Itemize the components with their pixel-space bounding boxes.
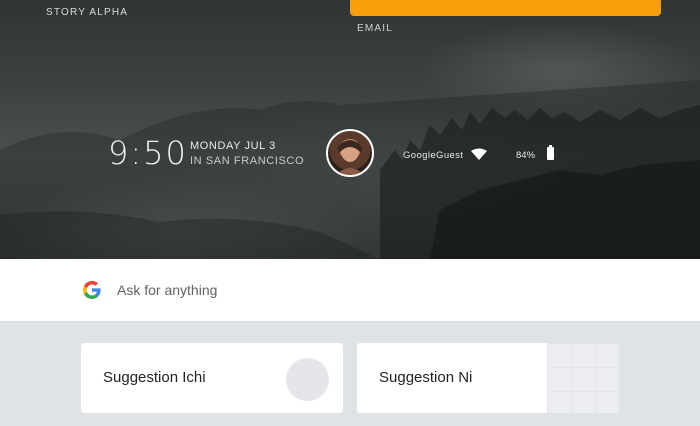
date-text: MONDAY JUL 3: [190, 140, 276, 152]
clock-time: 9:50: [108, 134, 188, 172]
user-photo-icon: [336, 140, 364, 175]
suggestion-card[interactable]: Suggestion Ni: [357, 343, 619, 413]
hero-background: STORY ALPHA EMAIL 9:50 MONDAY JUL 3 IN S…: [0, 0, 700, 259]
search-bar[interactable]: [0, 259, 700, 322]
battery-icon: [547, 145, 554, 160]
search-input[interactable]: Ask for anything: [117, 282, 217, 298]
story-title: STORY ALPHA: [46, 7, 129, 18]
location-text: IN SAN FRANCISCO: [190, 155, 305, 167]
wifi-network-name: GoogleGuest: [403, 150, 464, 161]
suggestion-label: Suggestion Ichi: [103, 369, 206, 386]
avatar[interactable]: [326, 129, 374, 177]
battery-percent: 84%: [516, 150, 536, 161]
suggestion-thumbnail: [286, 358, 329, 401]
suggestion-label: Suggestion Ni: [379, 369, 473, 386]
wifi-icon: [471, 148, 487, 160]
email-label[interactable]: EMAIL: [357, 23, 393, 34]
email-banner[interactable]: [350, 0, 661, 16]
suggestion-thumbnail: [547, 343, 619, 413]
suggestion-card[interactable]: Suggestion Ichi: [81, 343, 343, 413]
google-g-icon: [83, 281, 101, 299]
